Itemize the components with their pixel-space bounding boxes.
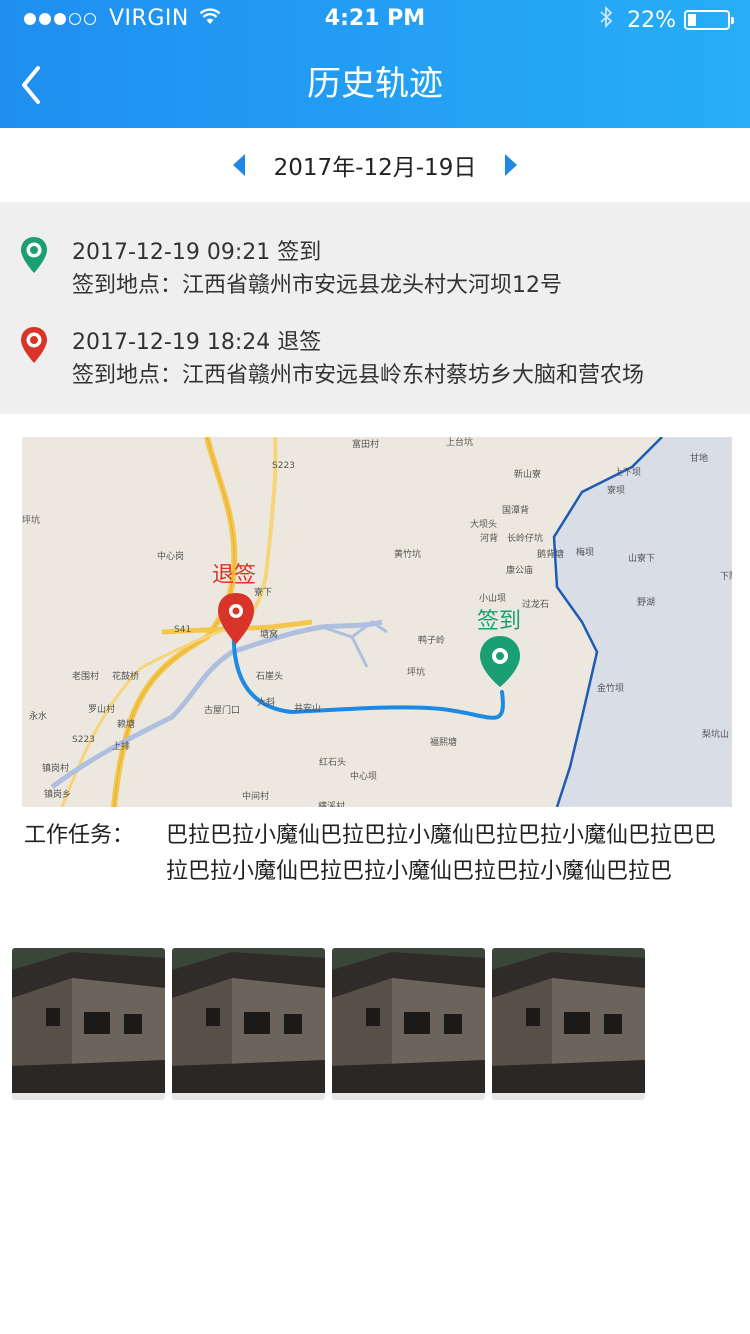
track-map[interactable]: 退签 签到 富田村 上台坑新山寮 甘地上下坝寮坝 S223 坪坑 国潭背 大坝头河背 长岭仔坑… xyxy=(22,437,732,807)
map-place-label: 长岭仔坑 xyxy=(507,534,544,544)
map-place-label: 永水 xyxy=(29,712,48,722)
date-selector: 2017年-12月-19日 xyxy=(0,128,750,202)
triangle-right-icon xyxy=(505,154,518,176)
map-checkout-pin-icon[interactable] xyxy=(218,593,254,644)
map-place-label: 塘窝 xyxy=(260,630,279,640)
map-place-label: 野湖 xyxy=(637,598,656,608)
next-date-button[interactable] xyxy=(496,145,526,185)
map-place-label: 过龙石 xyxy=(522,600,550,610)
map-place-label: 石崖头 xyxy=(256,672,284,682)
map-place-label: 镇岗乡 xyxy=(44,790,72,800)
map-place-label: 赖塘 xyxy=(117,720,136,730)
map-place-label: 梅坝 xyxy=(576,548,595,558)
map-place-label: 花鼓桥 xyxy=(112,672,140,682)
checkout-map-label: 退签 xyxy=(212,563,257,588)
map-place-label: 福熙塘 xyxy=(430,738,458,748)
map-place-label: 红石头 xyxy=(319,758,347,768)
map-place-label: 坪坑 xyxy=(407,668,426,678)
battery-percent: 22% xyxy=(627,7,676,33)
map-place-label: 国潭背 xyxy=(502,506,530,516)
map-place-label: 下际 xyxy=(720,572,732,582)
map-place-label: 罗山村 xyxy=(88,705,116,715)
task-label: 工作任务： xyxy=(24,823,135,848)
record-datetime: 2017-12-19 18:24 退签 xyxy=(72,330,322,355)
status-bar-right: 22% xyxy=(599,5,734,34)
map-place-label: 中间村 xyxy=(242,792,270,802)
status-bar: VIRGIN 4:21 PM 22% xyxy=(0,0,750,40)
record-datetime: 2017-12-19 09:21 签到 xyxy=(72,240,322,265)
map-place-label: 中心岗 xyxy=(157,552,185,562)
map-place-label: 山寮下 xyxy=(628,554,656,564)
map-place-label: 上下坝 xyxy=(614,468,642,478)
map-place-label: S223 xyxy=(72,735,95,745)
battery-level xyxy=(688,14,697,26)
map-place-label: S223 xyxy=(272,461,295,471)
map-place-label: 上台坑 xyxy=(446,438,474,448)
map-place-label: 大斜 xyxy=(257,698,276,708)
map-place-label: 横溪村 xyxy=(318,802,346,807)
map-place-label: S41 xyxy=(174,625,192,635)
map-place-label: 上排 xyxy=(112,742,131,752)
map-place-label: 镇岗村 xyxy=(42,764,70,774)
map-place-label: 富田村 xyxy=(352,440,380,450)
map-place-label: 新山寮 xyxy=(514,470,542,480)
photo-thumbnail[interactable] xyxy=(332,948,485,1100)
map-place-label: 坪坑 xyxy=(22,516,41,526)
record-location: 签到地点：江西省赣州市安远县龙头村大河坝12号 xyxy=(72,273,562,298)
current-date: 2017年-12月-19日 xyxy=(273,155,477,181)
map-place-label: 鹅背塘 xyxy=(537,550,565,560)
triangle-left-icon xyxy=(232,154,245,176)
map-place-label: 大坝头 xyxy=(470,520,498,530)
battery-icon xyxy=(684,10,734,30)
task-content: 巴拉巴拉小魔仙巴拉巴拉小魔仙巴拉巴拉小魔仙巴拉巴巴拉巴拉小魔仙巴拉巴拉小魔仙巴拉… xyxy=(166,823,717,884)
attendance-records: 2017-12-19 09:21 签到 签到地点：江西省赣州市安远县龙头村大河坝… xyxy=(0,202,750,414)
map-place-label: 河背 xyxy=(480,534,499,544)
nav-bar: 历史轨迹 xyxy=(0,40,750,128)
map-place-label: 中心坝 xyxy=(350,772,378,782)
previous-date-button[interactable] xyxy=(224,145,254,185)
checkin-pin-icon xyxy=(21,237,47,273)
map-place-label: 鸭子岭 xyxy=(418,636,446,646)
map-place-label: 井安山 xyxy=(294,704,322,714)
map-place-label: 寮下 xyxy=(254,588,273,598)
map-place-label: 梨坑山 xyxy=(702,730,730,740)
map-place-label: 老围村 xyxy=(72,672,100,682)
photo-thumbnail[interactable] xyxy=(12,948,165,1100)
map-place-label: 黄竹坑 xyxy=(394,550,422,560)
map-place-label: 小山坝 xyxy=(479,594,507,604)
map-place-label: 康公庙 xyxy=(506,566,534,576)
map-place-label: 古屋门口 xyxy=(204,706,241,716)
map-place-label: 金竹坝 xyxy=(597,684,625,694)
app-header: VIRGIN 4:21 PM 22% 历史轨迹 xyxy=(0,0,750,128)
checkin-map-label: 签到 xyxy=(477,609,522,634)
bluetooth-icon xyxy=(599,5,613,34)
photo-thumbnail[interactable] xyxy=(172,948,325,1100)
photo-gallery xyxy=(12,948,652,1100)
checkout-pin-icon xyxy=(21,327,47,363)
record-location: 签到地点：江西省赣州市安远县岭东村蔡坊乡大脑和营农场 xyxy=(72,363,645,388)
map-place-label: 甘地 xyxy=(690,454,709,464)
map-checkin-pin-icon[interactable] xyxy=(480,636,520,687)
page-title: 历史轨迹 xyxy=(307,64,443,104)
map-place-label: 寮坝 xyxy=(607,486,626,496)
photo-thumbnail[interactable] xyxy=(492,948,645,1100)
map-highway xyxy=(111,437,238,807)
